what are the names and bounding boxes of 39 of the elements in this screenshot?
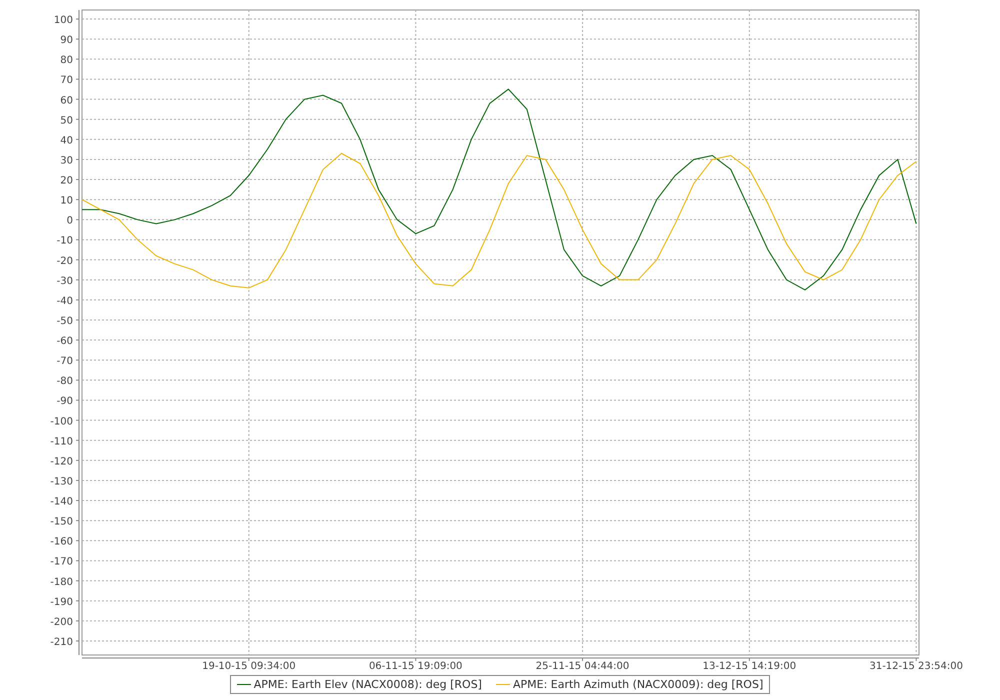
y-tick-label: -40 (56, 296, 73, 307)
y-tick-label: 100 (54, 15, 73, 26)
x-tick-label: 06-11-15 19:09:00 (368, 661, 462, 672)
y-tick-label: -180 (50, 576, 73, 588)
y-tick-label: 80 (60, 55, 73, 66)
y-tick-label: -170 (50, 556, 73, 568)
y-tick-label: -140 (50, 496, 73, 508)
y-tick-label: 60 (60, 95, 73, 106)
y-tick-label: -150 (50, 516, 73, 528)
y-tick-label: 10 (60, 196, 73, 207)
legend-label: APME: Earth Azimuth (NACX0009): deg [ROS] (512, 678, 764, 691)
x-tick-label: 19-10-15 09:34:00 (202, 661, 296, 672)
y-tick-label: 50 (60, 115, 73, 126)
y-tick-label: -70 (56, 356, 73, 368)
y-tick-label: -10 (56, 236, 73, 247)
y-tick-label: 90 (60, 35, 73, 46)
y-tick-label: 70 (60, 75, 73, 86)
y-tick-label: -200 (50, 616, 73, 628)
y-tick-label: -30 (56, 276, 73, 287)
y-tick-label: -110 (50, 436, 73, 448)
y-tick-label: -130 (50, 476, 73, 488)
y-tick-label: -90 (56, 396, 73, 408)
y-tick-label: -190 (50, 596, 73, 608)
y-tick-label: -100 (50, 416, 73, 428)
y-tick-label: -80 (56, 376, 73, 388)
y-tick-label: -50 (56, 316, 73, 327)
y-tick-label: -60 (56, 336, 73, 348)
y-tick-label: -160 (50, 536, 73, 548)
y-tick-label: -210 (50, 636, 73, 648)
y-tick-label: 0 (66, 216, 73, 227)
x-tick-label: 25-11-15 04:44:00 (536, 661, 630, 672)
x-tick-label: 13-12-15 14:19:00 (702, 661, 796, 672)
x-tick-label: 31-12-15 23:54:00 (869, 661, 963, 672)
y-tick-label: 30 (60, 155, 73, 166)
y-tick-label: -120 (50, 456, 73, 468)
y-tick-label: 40 (60, 135, 73, 146)
y-tick-label: -20 (56, 256, 73, 267)
y-tick-label: 20 (60, 176, 73, 187)
legend-label: APME: Earth Elev (NACX0008): deg [ROS] (254, 678, 482, 691)
